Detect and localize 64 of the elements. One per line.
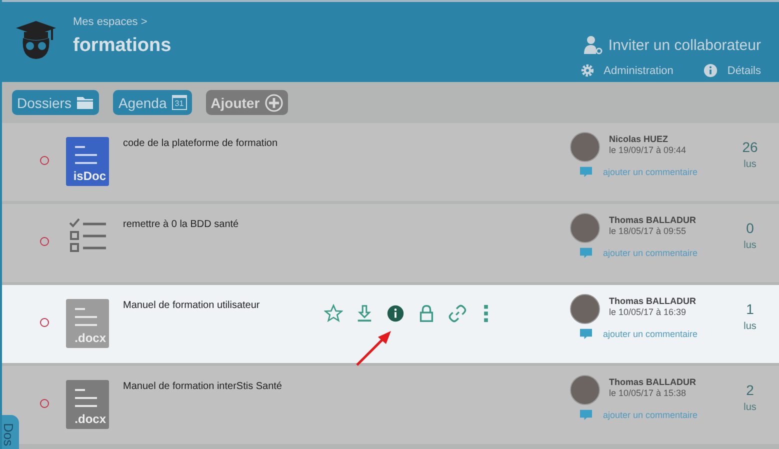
add-comment-link[interactable]: ajouter un commentaire	[603, 167, 698, 177]
star-icon[interactable]	[324, 304, 343, 323]
lock-icon[interactable]	[417, 304, 436, 323]
side-tab[interactable]: Dos	[2, 415, 19, 449]
calendar-icon: 31	[172, 95, 187, 110]
comment-icon	[579, 328, 593, 340]
toolbar-button[interactable]: Dossiers	[12, 90, 100, 115]
select-circle-icon[interactable]	[40, 318, 49, 327]
add-comment-link[interactable]: ajouter un commentaire	[603, 329, 698, 339]
author-name: Thomas BALLADUR	[609, 296, 696, 306]
select-circle-icon[interactable]	[40, 237, 49, 246]
info-icon[interactable]	[386, 304, 405, 323]
document-title[interactable]: Manuel de formation interStis Santé	[123, 381, 282, 392]
plus-circle-icon	[264, 94, 283, 112]
toolbar-button[interactable]: Ajouter	[206, 90, 288, 115]
document-icon: .docx	[66, 299, 109, 348]
header-link[interactable]: Détails	[703, 63, 761, 78]
document-title[interactable]: remettre à 0 la BDD santé	[123, 219, 239, 230]
comment-icon	[579, 247, 593, 259]
post-date: le 19/09/17 à 09:44	[609, 145, 686, 155]
document-title[interactable]: code de la plateforme de formation	[123, 138, 278, 149]
more-vertical-icon[interactable]	[483, 304, 489, 323]
read-count-label: lus	[744, 321, 756, 332]
invite-link[interactable]: Inviter un collaborateur	[583, 35, 761, 55]
document-icon: isDoc	[66, 137, 109, 186]
add-comment-link[interactable]: ajouter un commentaire	[603, 410, 698, 420]
comment-icon	[579, 409, 593, 421]
read-count-label: lus	[744, 402, 756, 413]
page-title: formations	[73, 35, 172, 57]
document-row[interactable]: isDoc code de la plateforme de formation Nicolas HUEZ le 19/09/17 à 09:44 ajouter un commentaire 26 lus	[2, 123, 779, 201]
read-count-label: lus	[744, 240, 756, 251]
author-name: Thomas BALLADUR	[609, 377, 696, 387]
graduate-face-icon	[14, 18, 58, 62]
toolbar-button[interactable]: Agenda 31	[113, 90, 192, 115]
info-icon	[703, 63, 718, 78]
document-icon: .docx	[66, 380, 109, 429]
author-name: Thomas BALLADUR	[609, 215, 696, 225]
document-title[interactable]: Manuel de formation utilisateur	[123, 300, 260, 311]
folder-icon	[76, 94, 94, 110]
breadcrumb-link[interactable]: Mes espaces >	[73, 16, 172, 28]
settings-icon	[580, 63, 595, 78]
download-icon[interactable]	[355, 304, 374, 323]
read-count-label: lus	[744, 159, 756, 170]
avatar	[570, 132, 600, 162]
comment-icon	[579, 166, 593, 178]
avatar	[570, 375, 600, 405]
read-count: 0	[746, 220, 754, 236]
person-add-icon	[583, 35, 604, 55]
avatar	[570, 294, 600, 324]
read-count: 2	[746, 382, 754, 398]
post-date: le 18/05/17 à 09:55	[609, 226, 688, 236]
avatar	[570, 213, 600, 243]
select-circle-icon[interactable]	[40, 156, 49, 165]
add-comment-link[interactable]: ajouter un commentaire	[603, 248, 698, 258]
read-count: 26	[742, 139, 758, 155]
document-row[interactable]: .docx Manuel de formation utilisateur Thomas BALLADUR le 10/05/17 à 16:39 ajouter un commentaire 1 lus	[2, 285, 779, 363]
author-name: Nicolas HUEZ	[609, 134, 670, 144]
header-link[interactable]: Administration	[580, 63, 674, 78]
read-count: 1	[746, 301, 754, 317]
post-date: le 10/05/17 à 16:39	[609, 307, 688, 317]
select-circle-icon[interactable]	[40, 399, 49, 408]
document-row[interactable]: remettre à 0 la BDD santé Thomas BALLADUR le 18/05/17 à 09:55 ajouter un commentaire 0 lus	[2, 204, 779, 282]
link-icon[interactable]	[448, 304, 467, 323]
post-date: le 10/05/17 à 15:38	[609, 388, 688, 398]
